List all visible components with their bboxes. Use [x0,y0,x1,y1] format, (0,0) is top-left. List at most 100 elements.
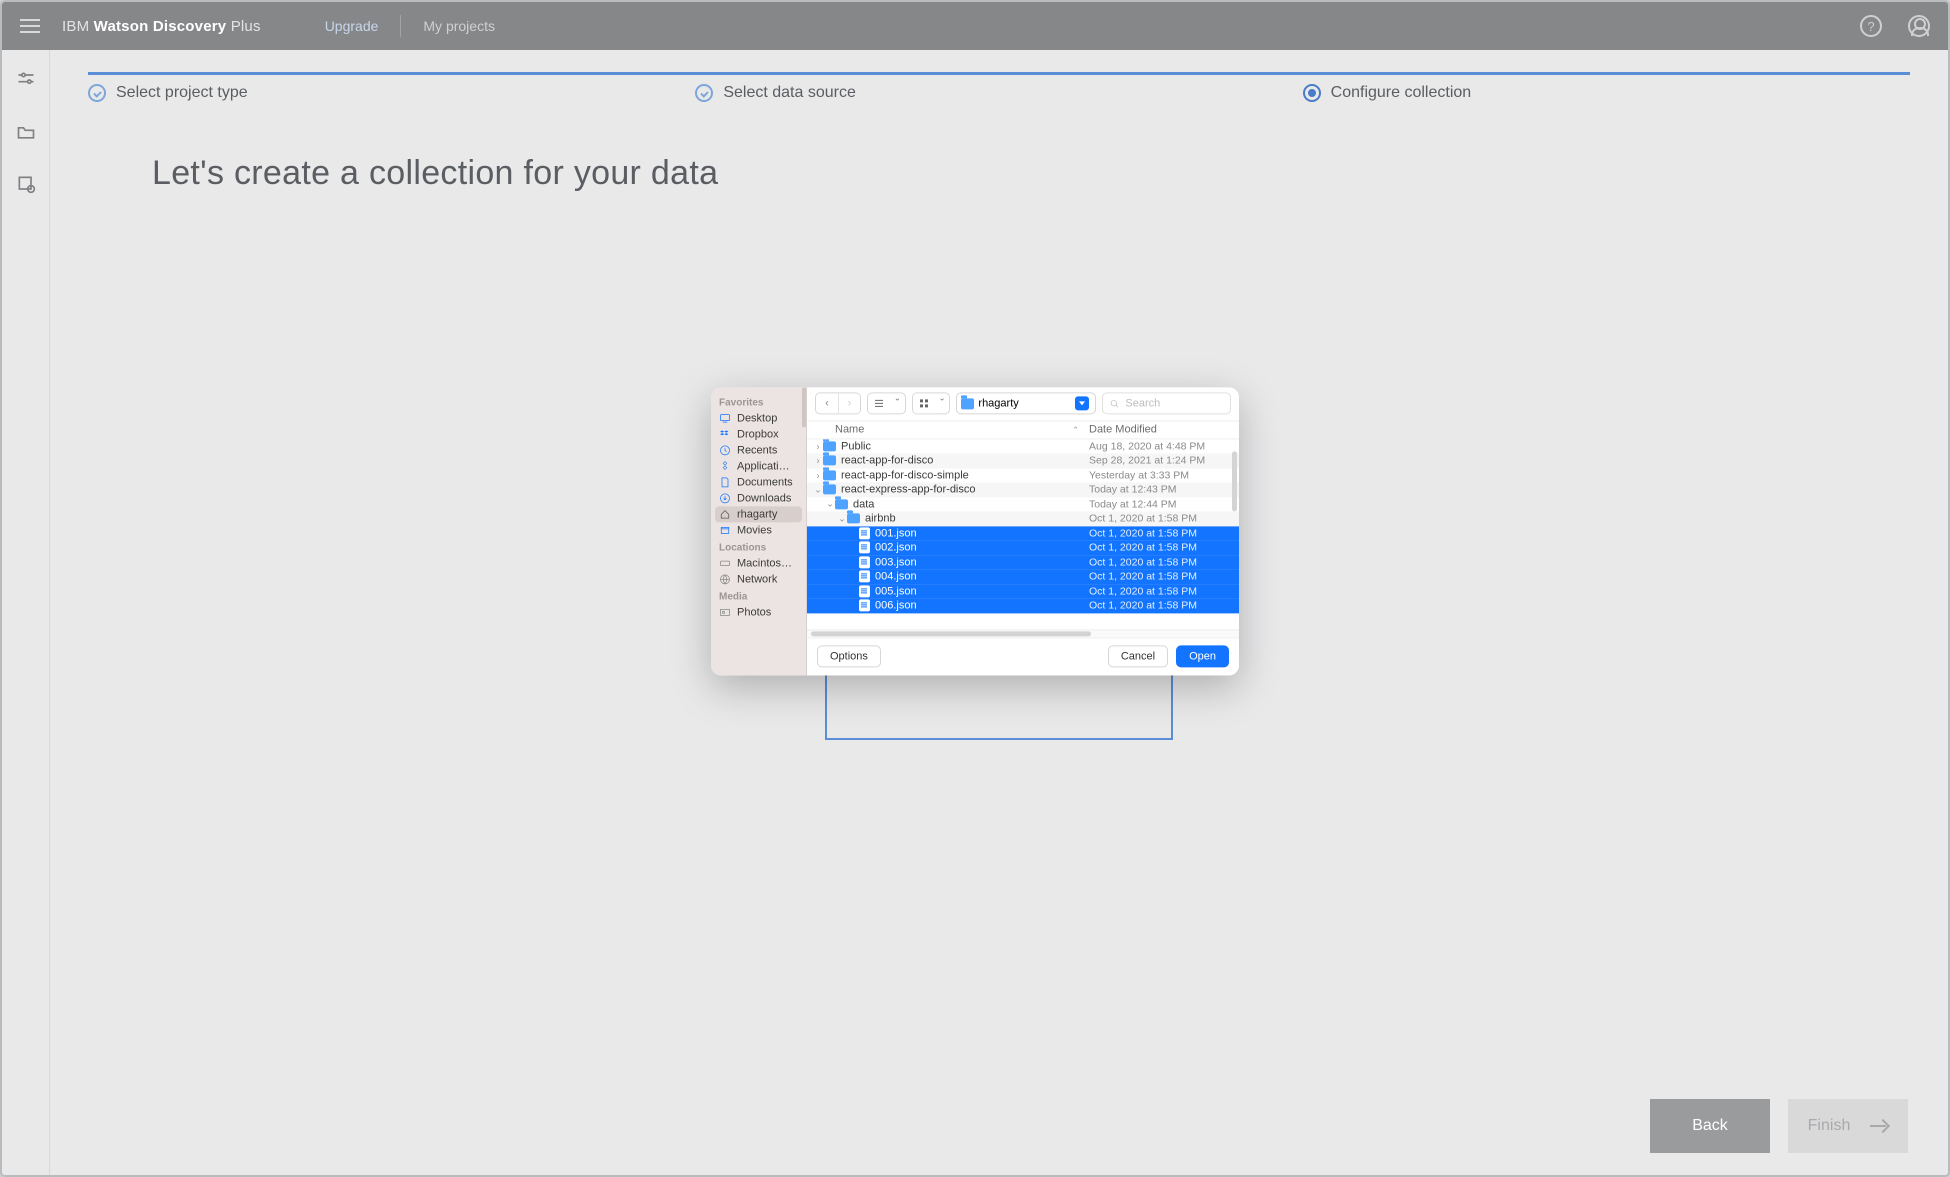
search-icon [1109,398,1120,409]
folder-row[interactable]: ›react-app-for-discoSep 28, 2021 at 1:24… [807,453,1239,468]
row-name: 002.json [875,542,1089,554]
folder-row[interactable]: ⌄react-express-app-for-discoToday at 12:… [807,482,1239,497]
disclosure-icon[interactable]: › [813,456,823,466]
row-date: Aug 18, 2020 at 4:48 PM [1089,440,1239,452]
row-name: 003.json [875,556,1089,568]
folder-row[interactable]: ⌄ dataToday at 12:44 PM [807,497,1239,512]
disclosure-icon[interactable]: ⌄ [813,484,823,495]
list-icon [868,393,890,413]
row-name: react-app-for-disco-simple [841,469,1089,481]
clock-icon [719,444,731,456]
open-button[interactable]: Open [1176,645,1229,667]
sidebar-item-label: Macintos… [737,557,792,569]
folder-row[interactable]: › PublicAug 18, 2020 at 4:48 PM [807,439,1239,454]
step-select-project-type[interactable]: Select project type [88,84,695,102]
folder-icon [961,398,974,409]
sliders-icon[interactable] [16,70,36,90]
file-row[interactable]: 004.jsonOct 1, 2020 at 1:58 PM [807,569,1239,584]
finish-button[interactable]: Finish [1788,1099,1908,1153]
search-input[interactable]: Search [1102,392,1231,414]
nav-forward-button[interactable]: › [838,393,860,413]
file-icon [859,542,870,554]
sidebar-item-downloads[interactable]: Downloads [711,490,806,506]
left-rail [2,50,50,1175]
file-row[interactable]: 002.jsonOct 1, 2020 at 1:58 PM [807,540,1239,555]
path-selector[interactable]: rhagarty [956,392,1096,414]
sidebar-item-movies[interactable]: Movies [711,522,806,538]
file-row[interactable]: 005.jsonOct 1, 2020 at 1:58 PM [807,584,1239,599]
view-grid-button[interactable]: ⌄ [912,392,951,414]
list-header[interactable]: Name⌃ Date Modified [807,421,1239,439]
cancel-button[interactable]: Cancel [1108,645,1168,667]
folder-icon[interactable] [16,122,36,142]
column-date: Date Modified [1089,423,1239,435]
step-label: Select project type [116,84,248,102]
sort-caret-icon: ⌃ [1072,425,1079,434]
sidebar-item-label: Downloads [737,492,791,504]
stepper: Select project type Select data source C… [88,72,1910,108]
user-icon[interactable] [1908,15,1930,37]
sidebar-item-rhagarty[interactable]: rhagarty [715,506,802,522]
step-select-data-source[interactable]: Select data source [695,84,1302,102]
disclosure-icon[interactable]: › [813,441,823,451]
folder-icon [823,485,836,495]
disk-icon [719,557,731,569]
sidebar-item-recents[interactable]: Recents [711,442,806,458]
collection-icon[interactable] [16,174,36,194]
nav-upgrade[interactable]: Upgrade [325,18,379,34]
row-date: Today at 12:44 PM [1089,498,1239,510]
options-button[interactable]: Options [817,645,881,667]
view-list-button[interactable]: ⌄ [867,392,906,414]
chevron-down-icon: ⌄ [890,393,905,413]
file-icon [859,556,870,568]
finder-main: ‹ › ⌄ ⌄ rhagarty Search [807,387,1239,675]
file-row[interactable]: 003.jsonOct 1, 2020 at 1:58 PM [807,555,1239,570]
network-icon [719,573,731,585]
sidebar-item-network[interactable]: Network [711,571,806,587]
row-name: airbnb [865,513,1089,525]
sidebar-item-photos[interactable]: Photos [711,604,806,620]
row-name: data [853,498,1089,510]
sidebar-item-applications[interactable]: Applicati… [711,458,806,474]
desktop-icon [719,412,731,424]
file-list[interactable]: ›PublicAug 18, 2020 at 4:48 PM›react-app… [807,439,1239,629]
row-date: Yesterday at 3:33 PM [1089,469,1239,481]
grid-icon [913,393,935,413]
arrow-right-icon [1870,1121,1888,1131]
back-button[interactable]: Back [1650,1099,1770,1153]
row-name: react-express-app-for-disco [841,484,1089,496]
row-name: Public [841,440,1089,452]
download-icon [719,492,731,504]
search-placeholder: Search [1125,397,1160,409]
disclosure-icon[interactable]: ⌄ [825,499,835,510]
brand-bold: Watson Discovery [94,18,227,35]
disclosure-icon[interactable]: › [813,470,823,480]
check-icon [695,84,713,102]
horizontal-scrollbar[interactable] [807,629,1239,637]
row-date: Oct 1, 2020 at 1:58 PM [1089,556,1239,568]
sidebar-group-favorites: Favorites [711,393,806,410]
finder-footer: Options Cancel Open [807,637,1239,675]
file-row[interactable]: 006.jsonOct 1, 2020 at 1:58 PM [807,598,1239,613]
help-icon[interactable] [1860,15,1882,37]
menu-icon[interactable] [20,19,40,33]
sidebar-item-label: Applicati… [737,460,790,472]
folder-row[interactable]: ⌄airbnbOct 1, 2020 at 1:58 PM [807,511,1239,526]
sidebar-item-documents[interactable]: Documents [711,474,806,490]
step-configure-collection[interactable]: Configure collection [1303,84,1910,102]
file-row[interactable]: 001.jsonOct 1, 2020 at 1:58 PM [807,526,1239,541]
sidebar-item-desktop[interactable]: Desktop [711,410,806,426]
disclosure-icon[interactable]: ⌄ [837,513,847,524]
sidebar-item-dropbox[interactable]: Dropbox [711,426,806,442]
row-name: 005.json [875,585,1089,597]
folder-icon [823,470,836,480]
nav-back-button[interactable]: ‹ [816,393,838,413]
folder-row[interactable]: › react-app-for-disco-simpleYesterday at … [807,468,1239,483]
sidebar-item-label: Dropbox [737,428,779,440]
row-name: 004.json [875,571,1089,583]
nav-my-projects[interactable]: My projects [423,18,495,34]
sidebar-group-locations: Locations [711,538,806,555]
dropdown-icon [1075,396,1089,410]
scrollbar-thumb[interactable] [811,631,1091,636]
sidebar-item-macintosh[interactable]: Macintos… [711,555,806,571]
